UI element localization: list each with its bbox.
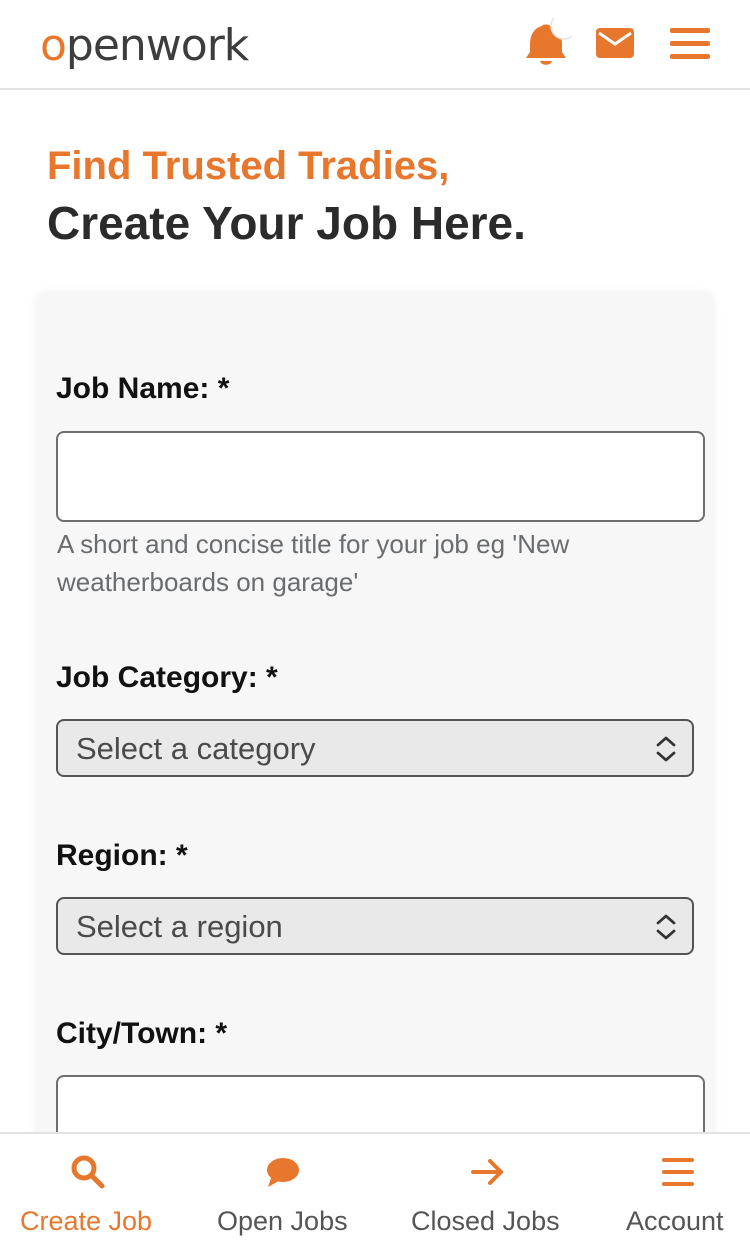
select-arrows-icon — [656, 914, 676, 940]
job-name-input[interactable] — [56, 431, 705, 522]
job-category-select[interactable]: Select a category — [56, 719, 694, 777]
search-icon — [71, 1155, 105, 1189]
nav-closed-jobs[interactable]: Closed Jobs — [400, 1134, 575, 1248]
job-category-label: Job Category: * — [56, 661, 278, 694]
hamburger-menu-icon[interactable] — [670, 26, 710, 62]
openwork-logo[interactable]: openwork — [40, 20, 249, 71]
select-arrows-icon — [656, 736, 676, 762]
page-title: Create Your Job Here. — [47, 197, 526, 249]
job-name-help-text: A short and concise title for your job e… — [57, 529, 570, 597]
top-header: openwork — [0, 0, 750, 90]
logo-letter-o: o — [40, 20, 67, 71]
mail-icon[interactable] — [596, 28, 634, 58]
bell-icon[interactable] — [520, 18, 572, 70]
nav-closed-jobs-label: Closed Jobs — [411, 1206, 560, 1236]
logo-text: penwork — [65, 20, 249, 71]
job-name-label: Job Name: * — [56, 372, 230, 405]
arrow-right-icon — [471, 1159, 503, 1185]
city-town-label: City/Town: * — [56, 1017, 228, 1050]
nav-open-jobs[interactable]: Open Jobs — [195, 1134, 370, 1248]
hamburger-menu-icon — [662, 1158, 694, 1186]
nav-create-job[interactable]: Create Job — [0, 1134, 175, 1248]
region-value: Select a region — [76, 909, 283, 944]
nav-account[interactable]: Account — [600, 1134, 750, 1248]
nav-account-label: Account — [626, 1206, 724, 1236]
nav-create-job-label: Create Job — [20, 1206, 153, 1236]
region-label: Region: * — [56, 839, 188, 872]
bottom-navigation: Create Job Open Jobs Closed Jobs Account — [0, 1132, 750, 1248]
job-category-value: Select a category — [76, 731, 316, 766]
nav-open-jobs-label: Open Jobs — [217, 1206, 348, 1236]
hero-tagline: Find Trusted Tradies, — [47, 144, 450, 188]
chat-bubble-icon — [267, 1158, 299, 1187]
region-select[interactable]: Select a region — [56, 897, 694, 955]
